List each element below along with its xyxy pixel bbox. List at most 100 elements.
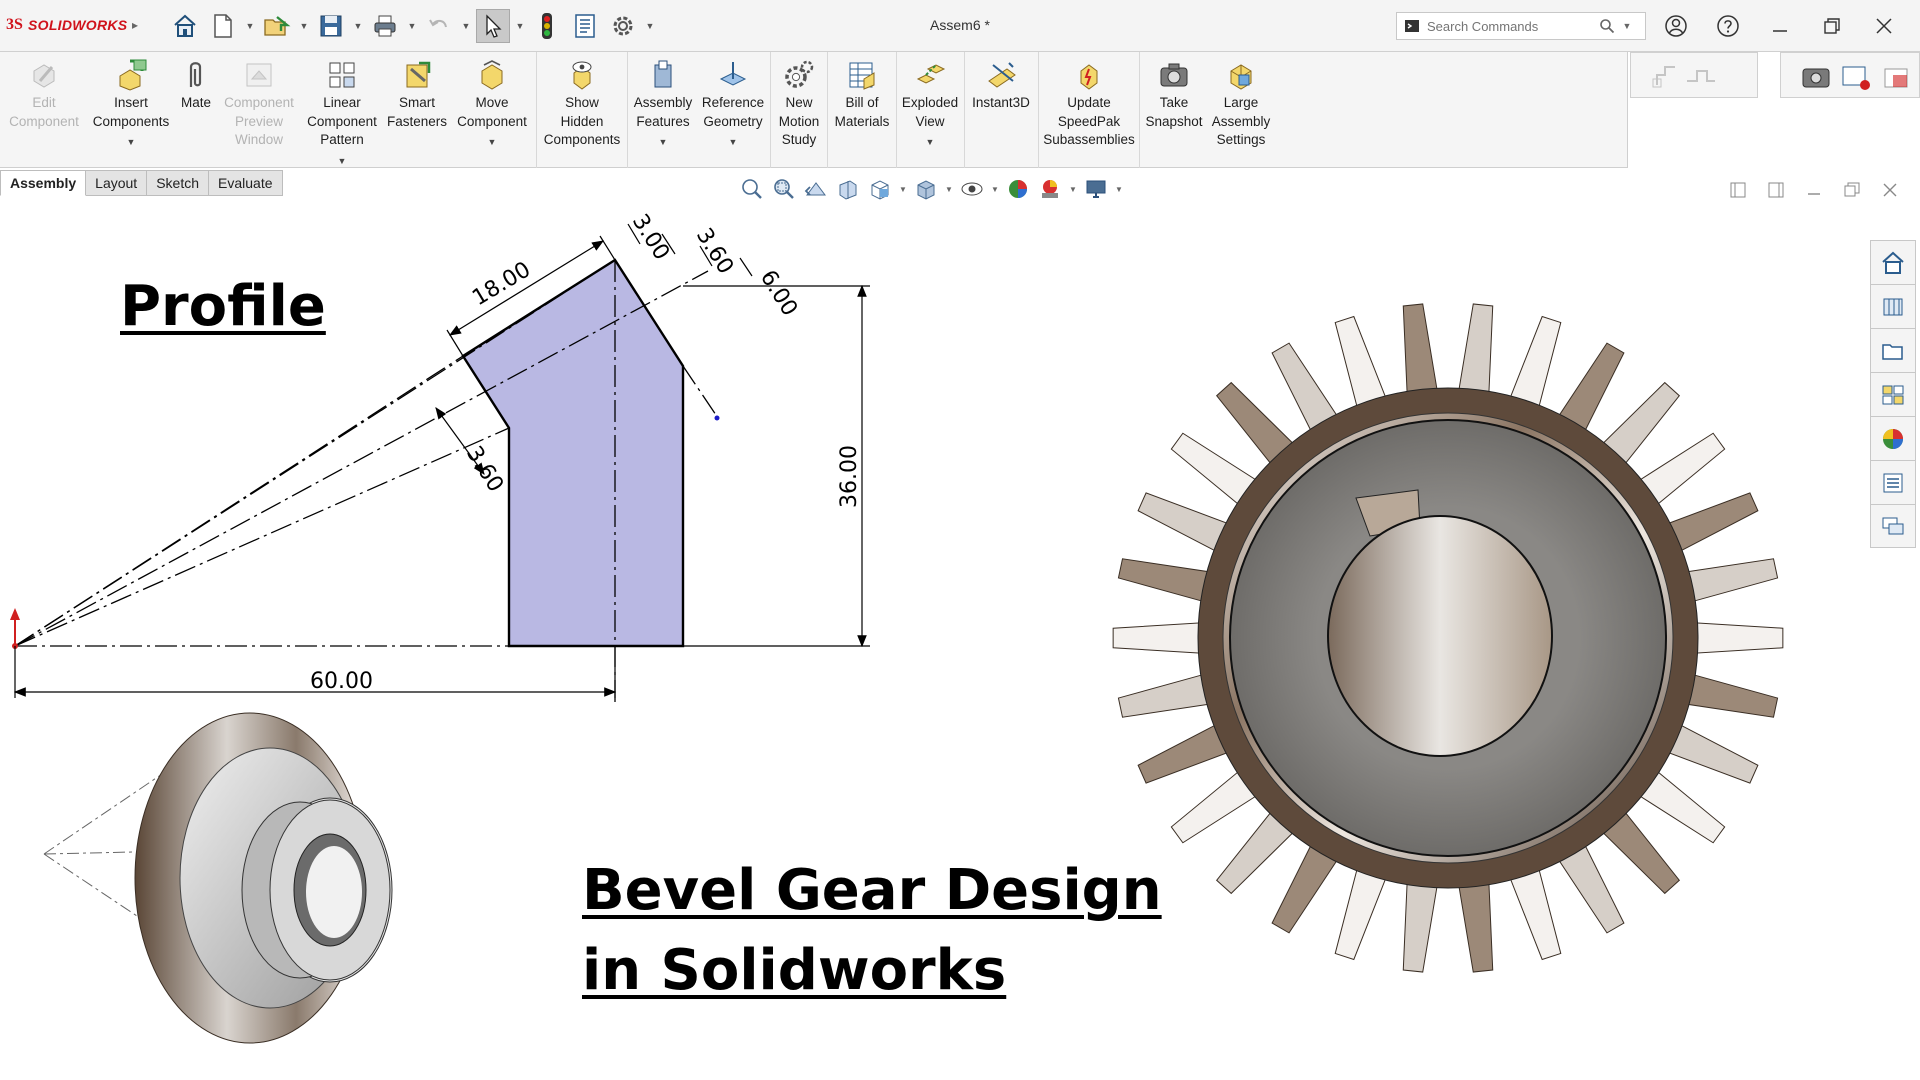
tab-assembly[interactable]: Assembly xyxy=(0,170,87,196)
hide-show-dropdown-arrow[interactable]: ▼ xyxy=(990,185,1000,194)
search-dropdown-arrow[interactable]: ▼ xyxy=(1619,21,1635,31)
update-speedpak-button[interactable]: Update SpeedPak Subassemblies xyxy=(1040,58,1138,150)
minimize-window-icon[interactable] xyxy=(1762,10,1798,42)
linear-component-pattern-button[interactable]: Linear Component Pattern ▼ xyxy=(300,58,384,170)
view-settings-dropdown-arrow[interactable]: ▼ xyxy=(1114,185,1124,194)
component-preview-window-button[interactable]: Component Preview Window xyxy=(218,58,300,150)
select-arrow-icon[interactable] xyxy=(476,9,510,43)
record-video-icon[interactable] xyxy=(1842,66,1870,90)
menu-expand-chevron-icon[interactable]: ▸ xyxy=(132,18,138,32)
open-dropdown-arrow[interactable]: ▼ xyxy=(298,9,310,43)
file-explorer-icon[interactable] xyxy=(1870,328,1916,372)
select-dropdown-arrow[interactable]: ▼ xyxy=(514,9,526,43)
profile-region[interactable] xyxy=(461,258,685,648)
apply-scene-dropdown-arrow[interactable]: ▼ xyxy=(1068,185,1078,194)
exploded-view-dropdown-arrow[interactable]: ▼ xyxy=(926,133,935,152)
move-component-icon xyxy=(475,58,509,92)
dim-tooth-depth-side[interactable]: 3.60 xyxy=(461,442,508,497)
large-assembly-settings-icon xyxy=(1224,58,1258,92)
large-assembly-settings-button[interactable]: Large Assembly Settings xyxy=(1208,58,1274,150)
dim-height[interactable]: 36.00 xyxy=(837,445,862,508)
reference-geometry-icon xyxy=(716,58,750,92)
title-bar: 3S SOLIDWORKS ▸ ▼ ▼ ▼ ▼ ▼ ▼ ▼ Assem6 * S… xyxy=(0,0,1920,52)
new-document-icon[interactable] xyxy=(206,9,240,43)
sketch-relations-icon[interactable] xyxy=(1631,53,1759,99)
appearances-scenes-icon[interactable] xyxy=(1870,416,1916,460)
gear-tooth xyxy=(1112,621,1210,655)
dim-base-length[interactable]: 60.00 xyxy=(310,669,373,694)
user-account-icon[interactable] xyxy=(1658,10,1694,42)
move-component-button[interactable]: Move Component ▼ xyxy=(450,58,534,152)
print-dropdown-arrow[interactable]: ▼ xyxy=(406,9,418,43)
reference-geometry-button[interactable]: Reference Geometry ▼ xyxy=(698,58,768,152)
bill-of-materials-icon xyxy=(845,58,879,92)
linear-pattern-dropdown-arrow[interactable]: ▼ xyxy=(338,152,347,171)
design-library-icon[interactable] xyxy=(1870,284,1916,328)
undo-icon[interactable] xyxy=(422,9,456,43)
edit-component-button[interactable]: Edit Component xyxy=(4,58,84,131)
large-bevel-gear-model[interactable] xyxy=(1080,198,1870,1080)
assembly-features-dropdown-arrow[interactable]: ▼ xyxy=(659,133,668,152)
mate-button[interactable]: Mate xyxy=(174,58,218,113)
help-icon[interactable] xyxy=(1710,10,1746,42)
exploded-view-label: Exploded View xyxy=(901,95,959,129)
logo-text: SOLIDWORKS xyxy=(28,17,128,33)
options-gear-icon[interactable] xyxy=(606,9,640,43)
custom-properties-icon[interactable] xyxy=(1870,460,1916,504)
viewport-close-icon[interactable] xyxy=(1878,178,1902,202)
search-icon[interactable] xyxy=(1595,18,1619,34)
window-controls xyxy=(1658,10,1902,42)
take-snapshot-button[interactable]: Take Snapshot xyxy=(1140,58,1208,131)
move-component-dropdown-arrow[interactable]: ▼ xyxy=(488,133,497,152)
tab-layout[interactable]: Layout xyxy=(86,170,148,196)
search-commands-box[interactable]: ▼ xyxy=(1396,12,1646,40)
solidworks-forum-icon[interactable] xyxy=(1870,504,1916,548)
view-palette-icon[interactable] xyxy=(1870,372,1916,416)
new-motion-study-button[interactable]: New Motion Study xyxy=(771,58,827,150)
show-hidden-components-icon xyxy=(565,58,599,92)
save-dropdown-arrow[interactable]: ▼ xyxy=(352,9,364,43)
smart-fasteners-button[interactable]: Smart Fasteners xyxy=(384,58,450,131)
dim-face-width[interactable]: 6.00 xyxy=(755,266,802,321)
open-document-icon[interactable] xyxy=(260,9,294,43)
sketch-point[interactable] xyxy=(714,415,720,421)
task-pane-home-icon[interactable] xyxy=(1870,240,1916,284)
bill-of-materials-button[interactable]: Bill of Materials xyxy=(828,58,896,131)
graphics-area[interactable]: Profile 18.00 3.00 3.60 6.00 3.60 36.00 … xyxy=(0,198,1868,1080)
home-icon[interactable] xyxy=(168,9,202,43)
solidworks-logo[interactable]: 3S SOLIDWORKS xyxy=(6,15,127,35)
profile-sketch[interactable]: 18.00 3.00 3.60 6.00 3.60 36.00 60.00 xyxy=(0,198,880,718)
close-window-icon[interactable] xyxy=(1866,10,1902,42)
assembly-features-button[interactable]: Assembly Features ▼ xyxy=(628,58,698,152)
ribbon-separator xyxy=(536,52,537,168)
dim-top-offset[interactable]: 3.00 xyxy=(627,210,674,265)
tab-sketch[interactable]: Sketch xyxy=(147,170,210,196)
screen-capture-icon[interactable] xyxy=(1802,68,1830,88)
rebuild-traffic-light-icon[interactable] xyxy=(530,9,564,43)
insert-components-dropdown-arrow[interactable]: ▼ xyxy=(127,133,136,152)
display-style-dropdown-arrow[interactable]: ▼ xyxy=(944,185,954,194)
exploded-view-button[interactable]: Exploded View ▼ xyxy=(896,58,964,152)
command-manager-ribbon: Edit Component Insert Components ▼ Mate … xyxy=(0,52,1628,168)
show-hidden-components-button[interactable]: Show Hidden Components xyxy=(538,58,626,150)
options-dropdown-arrow[interactable]: ▼ xyxy=(644,9,656,43)
mate-label: Mate xyxy=(180,95,211,110)
undo-dropdown-arrow[interactable]: ▼ xyxy=(460,9,472,43)
view-orientation-dropdown-arrow[interactable]: ▼ xyxy=(898,185,908,194)
viewport-settings-icon[interactable] xyxy=(1884,68,1908,88)
tab-evaluate[interactable]: Evaluate xyxy=(209,170,283,196)
reference-geometry-dropdown-arrow[interactable]: ▼ xyxy=(729,133,738,152)
save-icon[interactable] xyxy=(314,9,348,43)
insert-components-button[interactable]: Insert Components ▼ xyxy=(88,58,174,152)
restore-window-icon[interactable] xyxy=(1814,10,1850,42)
new-dropdown-arrow[interactable]: ▼ xyxy=(244,9,256,43)
print-icon[interactable] xyxy=(368,9,402,43)
small-bevel-gear-model[interactable] xyxy=(30,698,450,1078)
dim-tooth-depth-top[interactable]: 3.60 xyxy=(691,224,738,279)
instant3d-label: Instant3D xyxy=(972,95,1030,110)
linear-pattern-icon xyxy=(325,58,359,92)
instant3d-button[interactable]: Instant3D xyxy=(964,58,1038,113)
search-input[interactable] xyxy=(1423,18,1595,34)
file-properties-icon[interactable] xyxy=(568,9,602,43)
edit-component-icon xyxy=(27,58,61,92)
